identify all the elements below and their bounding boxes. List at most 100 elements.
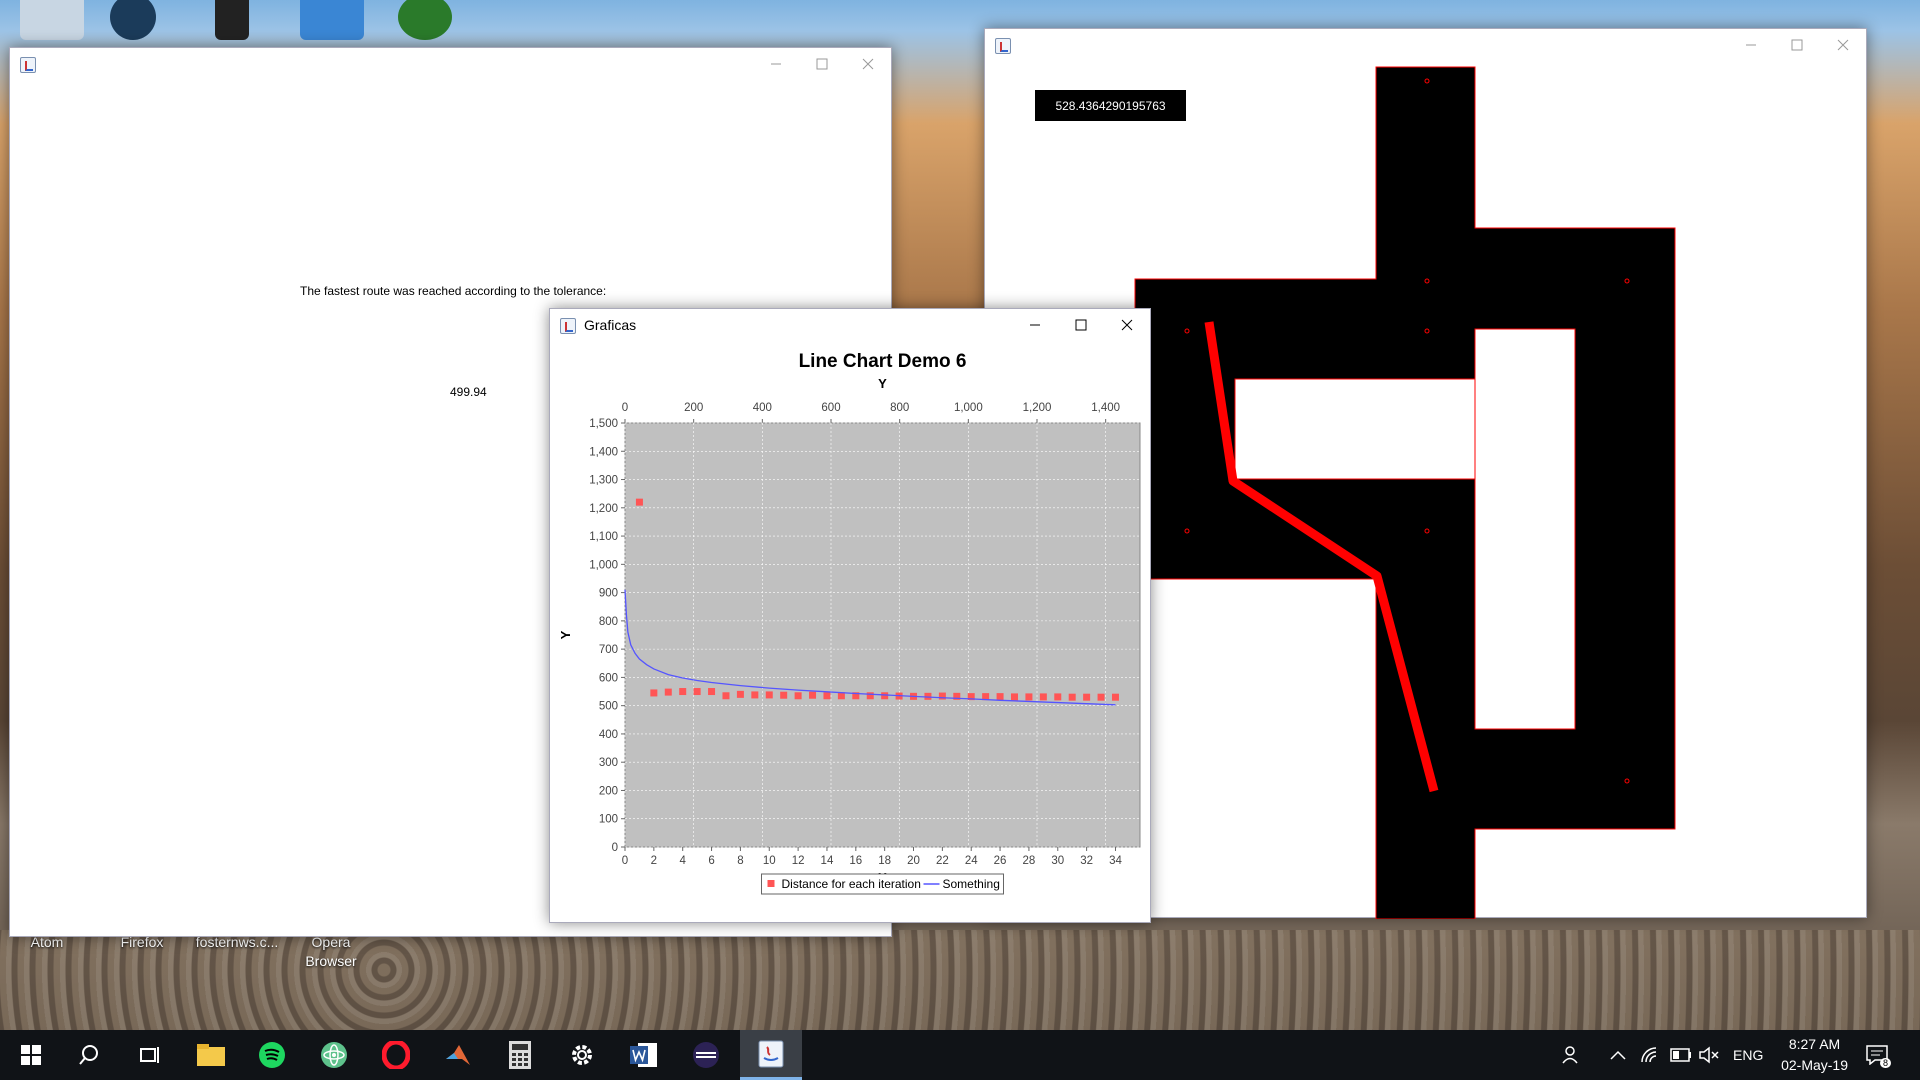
clock[interactable]: 8:27 AM 02-May-19 (1781, 1034, 1848, 1076)
close-button[interactable] (1104, 309, 1150, 341)
data-point-distance (866, 692, 874, 700)
legend-label-distance: Distance for each iteration (782, 877, 921, 891)
atom-icon (321, 1042, 347, 1068)
y-tick-label: 200 (599, 785, 618, 797)
opera-icon (382, 1041, 410, 1069)
x-tick-label: 34 (1109, 855, 1122, 867)
eclipse-icon (693, 1042, 719, 1068)
search-button[interactable] (58, 1030, 120, 1080)
java-app-button[interactable] (740, 1030, 802, 1080)
mute-speaker-icon[interactable] (1698, 1030, 1720, 1080)
y-tick-label: 900 (599, 588, 618, 600)
data-point-distance (938, 692, 946, 700)
data-point-distance (765, 691, 773, 699)
eclipse-button[interactable] (675, 1030, 737, 1080)
x-tick-label: 26 (994, 855, 1007, 867)
legend-label-something: Something (943, 877, 1000, 891)
notifications-button[interactable]: 8 (1866, 1030, 1892, 1080)
matlab-button[interactable] (427, 1030, 489, 1080)
atom-button[interactable] (303, 1030, 365, 1080)
data-point-distance (736, 690, 744, 698)
minimize-button[interactable] (753, 48, 799, 80)
language-indicator[interactable]: ENG (1733, 1030, 1763, 1080)
java-icon (758, 1040, 784, 1067)
y-tick-label: 0 (612, 842, 618, 854)
close-button[interactable] (845, 48, 891, 80)
minimize-button[interactable] (1012, 309, 1058, 341)
data-point-distance (1111, 693, 1119, 701)
opera-desktop-label[interactable]: Opera Browser (286, 933, 376, 971)
opera-button[interactable] (365, 1030, 427, 1080)
data-point-distance (881, 692, 889, 700)
y-tick-label: 1,300 (589, 475, 618, 487)
y-tick-label: 1,100 (589, 531, 618, 543)
java-icon (20, 57, 36, 73)
x-tick-label: 22 (936, 855, 949, 867)
recycle-bin-icon[interactable] (20, 0, 84, 40)
globe-icon[interactable] (398, 0, 452, 40)
wifi-icon[interactable] (1640, 1030, 1660, 1080)
title-bar[interactable]: Graficas (550, 309, 1150, 341)
people-icon[interactable] (1562, 1030, 1582, 1080)
top-tick-label: 1,000 (954, 402, 983, 414)
top-tick-label: 1,400 (1091, 402, 1120, 414)
folder-icon[interactable] (215, 0, 249, 40)
settings-button[interactable] (551, 1030, 613, 1080)
y-axis-label: Y (558, 630, 573, 639)
x-tick-label: 28 (1023, 855, 1036, 867)
steam-icon[interactable] (110, 0, 156, 40)
clock-time: 8:27 AM (1788, 1036, 1841, 1052)
chart-window[interactable]: Graficas Line Chart Demo 6 Y 0 200 400 600 800… (549, 308, 1151, 923)
top-tick-label: 1,200 (1023, 402, 1052, 414)
y-tick-label: 1,500 (589, 418, 618, 430)
status-message: The fastest route was reached according … (300, 284, 607, 298)
y-tick-label: 800 (599, 616, 618, 628)
task-view-button[interactable] (118, 1030, 180, 1080)
data-point-distance (679, 688, 687, 696)
y-tick-label: 700 (599, 644, 618, 656)
y-tick-label: 400 (599, 729, 618, 741)
matlab-icon (446, 1045, 470, 1065)
data-point-distance (693, 688, 701, 696)
chart-title: Line Chart Demo 6 (799, 351, 967, 372)
x-tick-label: 24 (965, 855, 978, 867)
data-point-distance (650, 689, 658, 697)
x-tick-label: 10 (763, 855, 776, 867)
spotify-button[interactable] (241, 1030, 303, 1080)
plot-area (624, 422, 1141, 848)
title-bar[interactable] (10, 48, 891, 80)
x-tick-label: 4 (679, 855, 686, 867)
app-b-icon[interactable] (300, 0, 364, 40)
spotify-icon (259, 1042, 285, 1068)
window-title: Graficas (584, 317, 637, 333)
top-tick-label: 800 (890, 402, 909, 414)
maximize-button[interactable] (799, 48, 845, 80)
x-tick-label: 32 (1080, 855, 1093, 867)
word-icon (630, 1043, 657, 1067)
result-value: 499.94 (450, 385, 487, 399)
maze-walls (1134, 66, 1676, 919)
x-tick-label: 16 (849, 855, 862, 867)
data-point-distance (780, 691, 788, 699)
distance-readout: 528.4364290195763 (1035, 90, 1186, 121)
x-tick-label: 18 (878, 855, 891, 867)
chevron-up-icon[interactable] (1610, 1030, 1626, 1080)
x-tick-label: 8 (737, 855, 743, 867)
data-point-distance (794, 692, 802, 700)
word-button[interactable] (613, 1030, 675, 1080)
data-point-distance (1083, 693, 1091, 701)
file-explorer-button[interactable] (180, 1030, 242, 1080)
calculator-button[interactable] (489, 1030, 551, 1080)
calculator-icon (509, 1041, 531, 1069)
start-button[interactable] (0, 1030, 62, 1080)
line-chart[interactable]: Line Chart Demo 6Y0 200 400 600 800 1,000 1,20… (550, 341, 1150, 921)
maximize-button[interactable] (1058, 309, 1104, 341)
battery-icon[interactable] (1670, 1030, 1692, 1080)
x-tick-label: 14 (821, 855, 834, 867)
gear-icon (572, 1045, 592, 1065)
data-point-distance (1010, 693, 1018, 701)
taskbar: ENG 8:27 AM 02-May-19 8 (0, 1030, 1920, 1080)
data-point-distance (1025, 693, 1033, 701)
x-tick-label: 2 (651, 855, 657, 867)
java-icon (560, 318, 576, 334)
